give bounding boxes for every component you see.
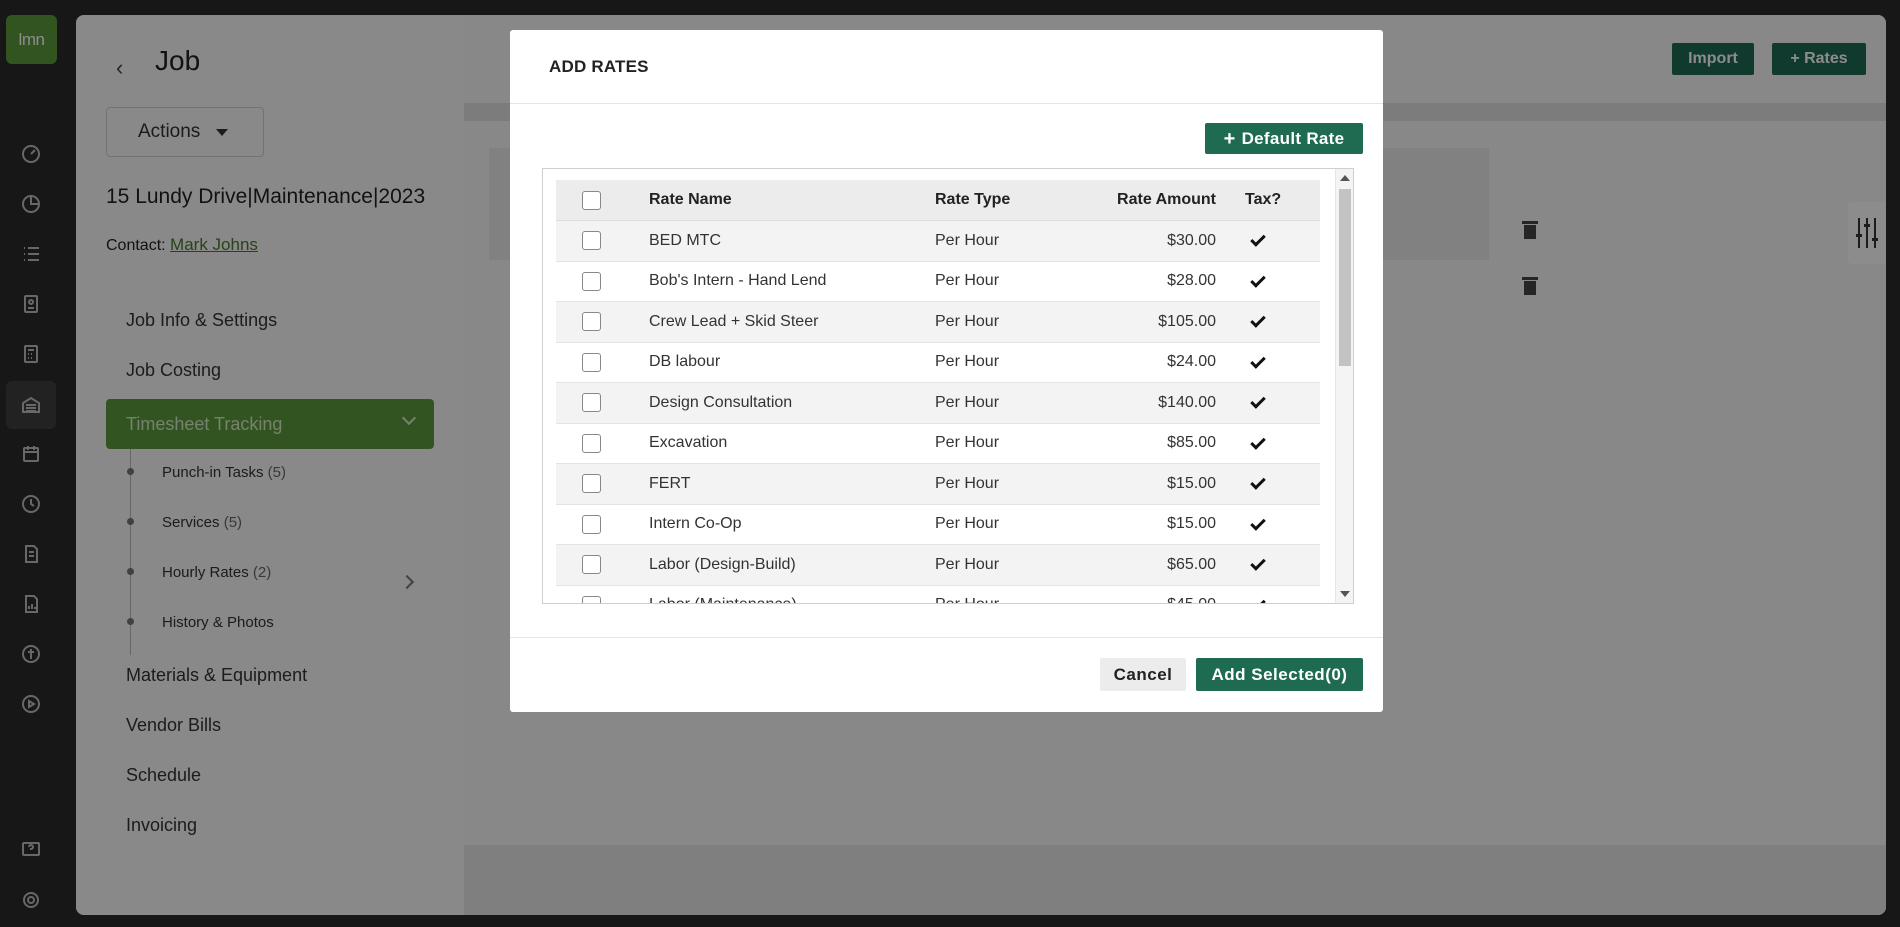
add-selected-button[interactable]: Add Selected(0) xyxy=(1196,658,1363,691)
col-rate-amount: Rate Amount xyxy=(1117,191,1216,208)
rate-amount: $65.00 xyxy=(1167,555,1216,573)
rate-name: Excavation xyxy=(649,434,728,452)
plus-icon: + xyxy=(1223,127,1236,150)
rate-row[interactable]: Excavation Per Hour $85.00 xyxy=(556,424,1320,464)
rate-row[interactable]: Bob's Intern - Hand Lend Per Hour $28.00 xyxy=(556,262,1320,302)
check-icon xyxy=(1250,393,1266,409)
rate-type: Per Hour xyxy=(935,272,1000,290)
rate-amount: $15.00 xyxy=(1167,474,1216,492)
rate-list[interactable]: Rate Name Rate Type Rate Amount Tax? BED… xyxy=(542,168,1354,604)
rate-name: Design Consultation xyxy=(649,393,793,411)
rate-name: DB labour xyxy=(649,353,721,371)
rate-table-header: Rate Name Rate Type Rate Amount Tax? xyxy=(556,180,1320,221)
rate-type: Per Hour xyxy=(935,312,1000,330)
scroll-up-icon[interactable] xyxy=(1340,175,1350,181)
rate-type: Per Hour xyxy=(935,515,1000,533)
rate-amount: $30.00 xyxy=(1167,231,1216,249)
rate-table: Rate Name Rate Type Rate Amount Tax? BED… xyxy=(556,180,1320,603)
rate-amount: $45.00 xyxy=(1167,596,1216,603)
row-checkbox[interactable] xyxy=(582,393,601,412)
check-icon xyxy=(1250,433,1266,450)
rate-row[interactable]: FERT Per Hour $15.00 xyxy=(556,464,1320,505)
check-icon xyxy=(1250,474,1266,490)
rate-name: FERT xyxy=(649,474,691,492)
row-checkbox[interactable] xyxy=(582,433,601,453)
cancel-button[interactable]: Cancel xyxy=(1100,658,1186,691)
rate-type: Per Hour xyxy=(935,474,1000,492)
col-tax: Tax? xyxy=(1245,191,1282,208)
modal-header: ADD RATES xyxy=(510,30,1383,104)
rate-row[interactable]: Crew Lead + Skid Steer Per Hour $105.00 xyxy=(556,302,1320,343)
rate-row[interactable]: Labor (Design-Build) Per Hour $65.00 xyxy=(556,545,1320,586)
check-icon xyxy=(1250,271,1266,288)
rate-amount: $28.00 xyxy=(1167,272,1216,290)
rate-amount: $105.00 xyxy=(1158,312,1216,330)
check-icon xyxy=(1250,352,1266,369)
rate-type: Per Hour xyxy=(935,393,1000,411)
rate-rows: BED MTC Per Hour $30.00 Bob's Intern - Hand… xyxy=(556,221,1320,603)
row-checkbox[interactable] xyxy=(582,595,601,603)
row-checkbox[interactable] xyxy=(582,231,601,250)
check-icon xyxy=(1250,231,1266,247)
modal-title: ADD RATES xyxy=(549,56,649,76)
check-icon xyxy=(1250,595,1266,603)
rate-amount: $85.00 xyxy=(1167,434,1216,452)
rate-row[interactable]: Labor (Maintenance) Per Hour $45.00 xyxy=(556,586,1320,603)
col-rate-type: Rate Type xyxy=(935,191,1011,208)
rate-type: Per Hour xyxy=(935,434,1000,452)
check-icon xyxy=(1250,514,1266,531)
scrollbar-thumb[interactable] xyxy=(1339,189,1351,366)
modal-footer: Cancel Add Selected(0) xyxy=(510,637,1383,712)
scroll-down-icon[interactable] xyxy=(1340,591,1350,597)
row-checkbox[interactable] xyxy=(582,271,601,291)
rate-row[interactable]: BED MTC Per Hour $30.00 xyxy=(556,221,1320,262)
row-checkbox[interactable] xyxy=(582,555,601,574)
rate-amount: $140.00 xyxy=(1158,393,1216,411)
rate-name: Labor (Design-Build) xyxy=(649,555,796,573)
rate-type: Per Hour xyxy=(935,353,1000,371)
rate-row[interactable]: Design Consultation Per Hour $140.00 xyxy=(556,383,1320,424)
rate-amount: $24.00 xyxy=(1167,353,1216,371)
rate-type: Per Hour xyxy=(935,555,1000,573)
rate-name: Intern Co-Op xyxy=(649,515,742,533)
rate-name: Labor (Maintenance) xyxy=(649,596,797,603)
default-rate-button[interactable]: + Default Rate xyxy=(1205,123,1363,154)
default-rate-label: Default Rate xyxy=(1241,128,1345,148)
row-checkbox[interactable] xyxy=(582,474,601,493)
select-all-checkbox[interactable] xyxy=(582,191,601,210)
rate-name: Bob's Intern - Hand Lend xyxy=(649,272,827,290)
rate-row[interactable]: Intern Co-Op Per Hour $15.00 xyxy=(556,505,1320,545)
row-checkbox[interactable] xyxy=(582,514,601,534)
add-rates-modal: ADD RATES + Default Rate Rate Name Rate … xyxy=(510,30,1383,712)
row-checkbox[interactable] xyxy=(582,312,601,331)
rate-type: Per Hour xyxy=(935,596,999,603)
rate-name: BED MTC xyxy=(649,231,721,249)
scrollbar[interactable] xyxy=(1335,169,1353,603)
check-icon xyxy=(1250,312,1266,328)
row-checkbox[interactable] xyxy=(582,352,601,372)
rate-amount: $15.00 xyxy=(1167,515,1216,533)
col-rate-name: Rate Name xyxy=(649,191,732,208)
rate-name: Crew Lead + Skid Steer xyxy=(649,312,819,330)
check-icon xyxy=(1250,555,1266,571)
rate-row[interactable]: DB labour Per Hour $24.00 xyxy=(556,343,1320,383)
rate-type: Per Hour xyxy=(935,231,1000,249)
